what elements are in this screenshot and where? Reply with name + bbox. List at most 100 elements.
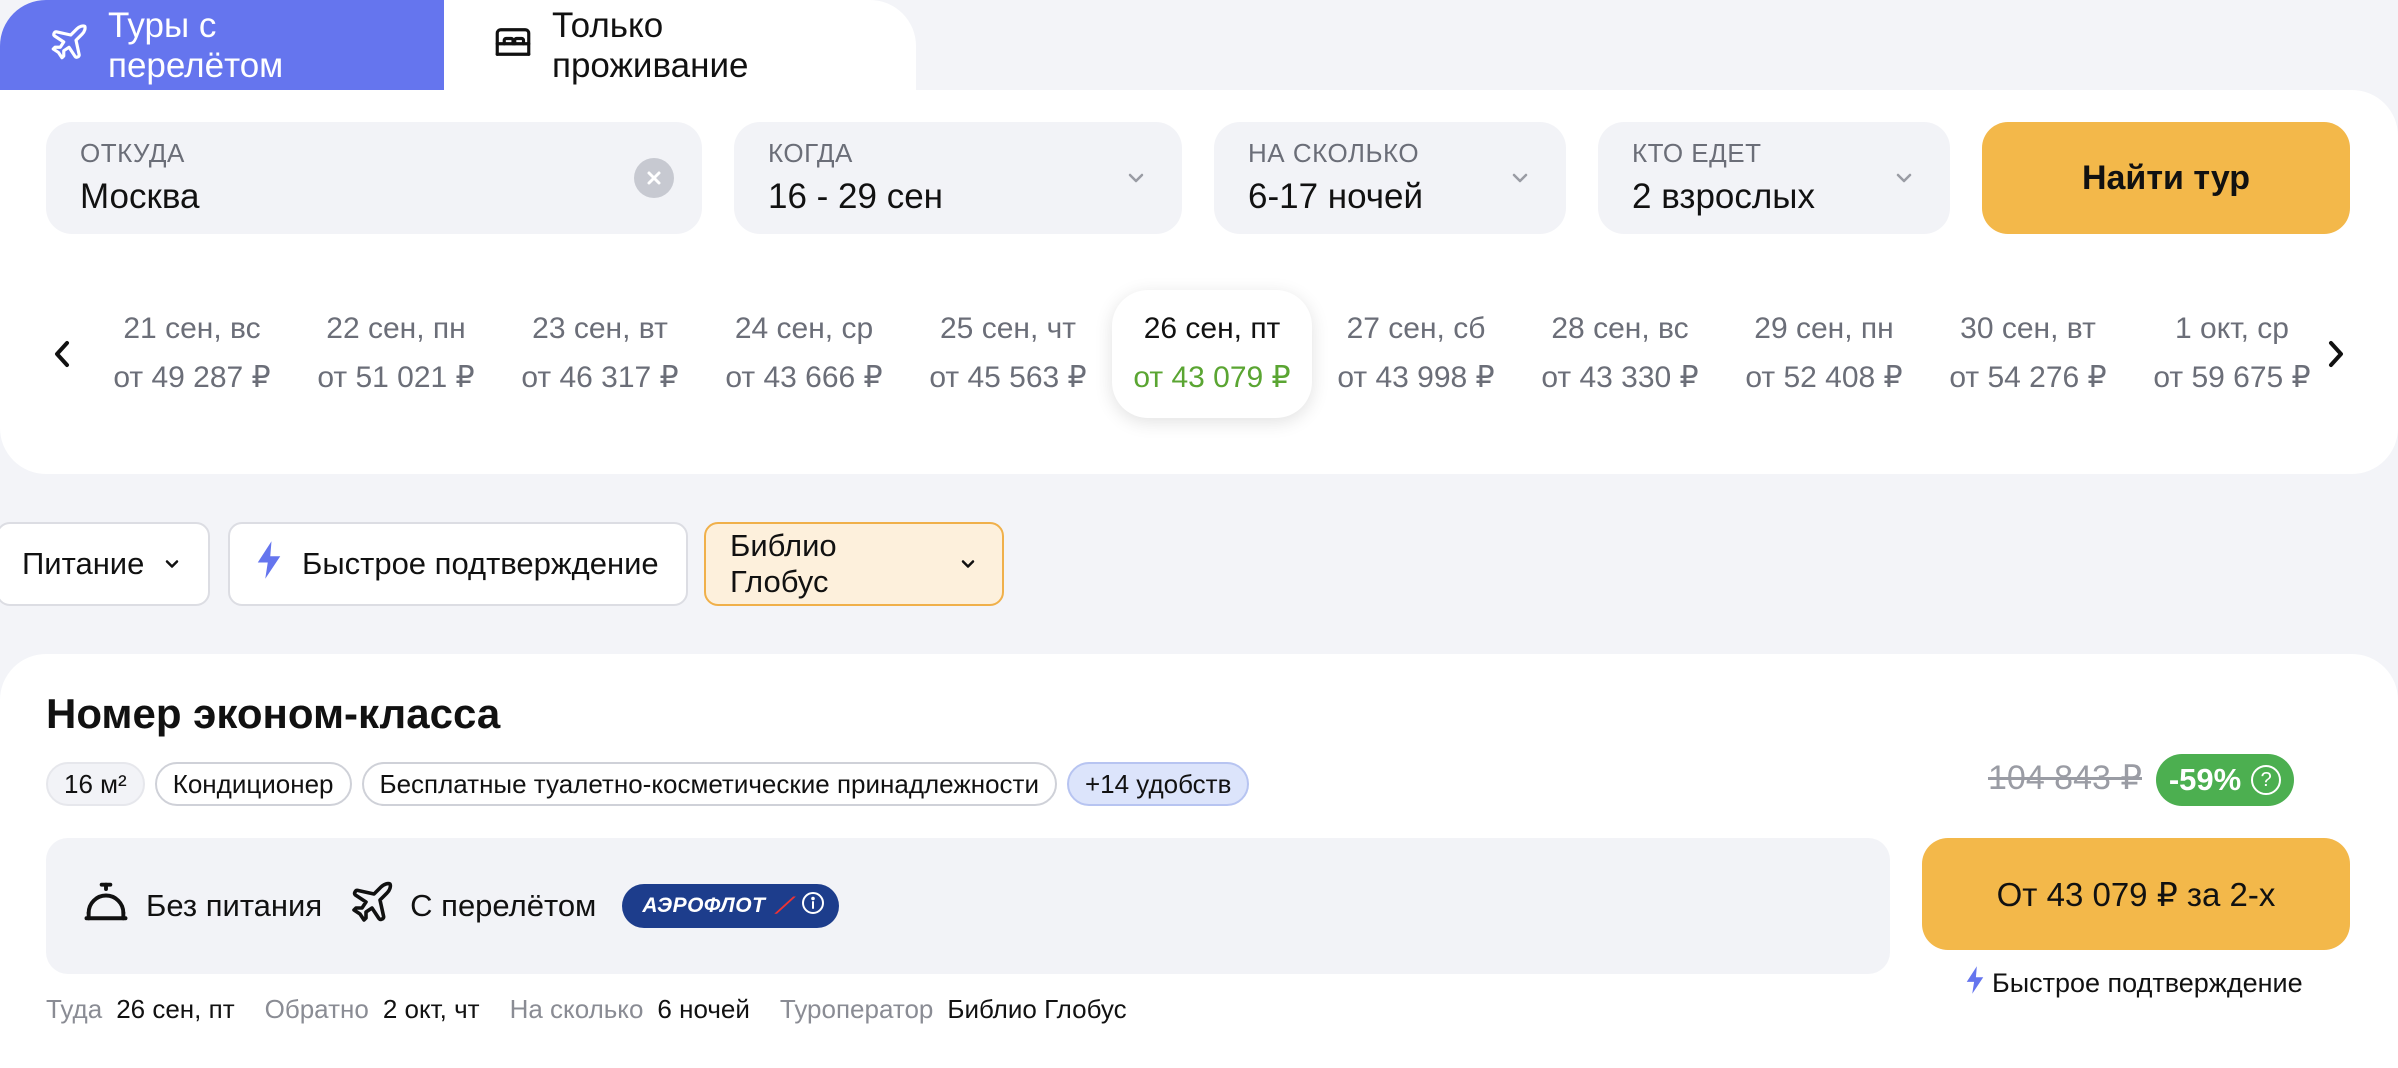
date-option-price: от 43 666 ₽: [725, 361, 883, 394]
amenity-tag: Кондиционер: [154, 762, 352, 806]
from-field[interactable]: ОТКУДА Москва: [46, 122, 702, 234]
amenity-tags: 16 м² Кондиционер Бесплатные туалетно-ко…: [46, 762, 1250, 806]
date-option[interactable]: 27 сен, сб от 43 998 ₽: [1316, 290, 1516, 418]
return-value: 2 окт, чт: [382, 994, 480, 1024]
date-option-date: 27 сен, сб: [1346, 312, 1486, 345]
date-strip: 21 сен, вс от 49 287 ₽ 22 сен, пн от 51 021…: [92, 290, 2314, 418]
date-option[interactable]: 28 сен, вс от 43 330 ₽: [1520, 290, 1720, 418]
date-option-price: от 43 998 ₽: [1337, 361, 1495, 394]
date-option-date: 1 окт, ср: [2175, 312, 2289, 345]
fast-confirm-filter[interactable]: Быстрое подтверждение: [228, 522, 688, 606]
date-option-price: от 46 317 ₽: [521, 361, 679, 394]
plane-icon: [48, 21, 90, 72]
date-option-date: 30 сен, вт: [1960, 312, 2096, 345]
travelers-field[interactable]: КТО ЕДЕТ 2 взрослых: [1598, 122, 1950, 234]
date-option[interactable]: 30 сен, вт от 54 276 ₽: [1928, 290, 2128, 418]
fast-confirm-note: Быстрое подтверждение: [1964, 964, 2303, 1003]
offer-features: Без питания С перелётом АЭРОФЛОТ ⟋: [46, 838, 1890, 974]
more-amenities-tag[interactable]: +14 удобств: [1066, 762, 1250, 806]
date-option-date: 21 сен, вс: [123, 312, 261, 345]
operator-filter-label: Библио Глобус: [730, 528, 837, 599]
room-title: Номер эконом-класса: [46, 690, 501, 737]
meal-filter[interactable]: Питание: [0, 522, 210, 606]
chevron-down-icon: [162, 546, 182, 582]
chevron-down-icon: [1508, 166, 1532, 195]
lightning-icon: [1964, 964, 1986, 1003]
cloche-icon: [80, 876, 132, 936]
chevron-right-icon[interactable]: [2316, 330, 2356, 378]
nights-field[interactable]: НА СКОЛЬКО 6-17 ночей: [1214, 122, 1566, 234]
room-offer-card: Номер эконом-класса 16 м² Кондиционер Бе…: [0, 654, 2398, 1068]
date-option[interactable]: 22 сен, пн от 51 021 ₽: [296, 290, 496, 418]
airline-wing-icon: ⟋: [775, 893, 792, 918]
meal-feature: Без питания: [80, 876, 322, 936]
plane-icon: [348, 878, 396, 934]
old-price: 104 843 ₽: [1988, 759, 2142, 797]
chevron-left-icon[interactable]: [42, 330, 82, 378]
tab-tours-label: Туры с перелётом: [108, 6, 284, 85]
date-option[interactable]: 26 сен, пт от 43 079 ₽: [1112, 290, 1312, 418]
date-option-price: от 52 408 ₽: [1745, 361, 1903, 394]
from-value: Москва: [80, 177, 200, 216]
duration-value: 6 ночей: [657, 994, 750, 1024]
when-value: 16 - 29 сен: [768, 177, 943, 216]
search-panel: ОТКУДА Москва КОГДА 16 - 29 сен НА СКОЛЬ…: [0, 90, 2398, 474]
when-field[interactable]: КОГДА 16 - 29 сен: [734, 122, 1182, 234]
tab-accommodation-label: Только проживание: [552, 6, 749, 85]
date-option[interactable]: 21 сен, вс от 49 287 ₽: [92, 290, 292, 418]
date-option-price: от 43 079 ₽: [1133, 361, 1291, 394]
clear-icon[interactable]: [634, 158, 674, 198]
flight-feature-label: С перелётом: [410, 888, 597, 923]
date-option[interactable]: 23 сен, вт от 46 317 ₽: [500, 290, 700, 418]
date-option[interactable]: 25 сен, чт от 45 563 ₽: [908, 290, 1108, 418]
date-option-date: 28 сен, вс: [1551, 312, 1689, 345]
date-option-price: от 45 563 ₽: [929, 361, 1087, 394]
lightning-icon: [254, 540, 284, 588]
chevron-down-icon: [958, 546, 978, 582]
meal-feature-label: Без питания: [146, 888, 323, 923]
date-option-price: от 54 276 ₽: [1949, 361, 2107, 394]
meal-filter-label: Питание: [22, 546, 145, 581]
from-label: ОТКУДА: [80, 138, 185, 168]
tab-accommodation-only[interactable]: Только проживание: [444, 0, 916, 92]
discount-value: -59%: [2168, 762, 2242, 797]
date-option-date: 29 сен, пн: [1754, 312, 1894, 345]
travelers-value: 2 взрослых: [1632, 177, 1815, 216]
operator-key: Туроператор: [779, 994, 934, 1024]
return-key: Обратно: [264, 994, 369, 1024]
flight-feature: С перелётом: [348, 878, 596, 934]
nights-label: НА СКОЛЬКО: [1248, 138, 1420, 168]
date-option-date: 26 сен, пт: [1143, 312, 1281, 345]
date-option-date: 25 сен, чт: [940, 312, 1076, 345]
amenity-tag: 16 м²: [46, 762, 145, 806]
tab-tours-with-flight[interactable]: Туры с перелётом: [0, 0, 444, 92]
departure-value: 26 сен, пт: [116, 994, 235, 1024]
when-label: КОГДА: [768, 138, 853, 168]
find-tour-button[interactable]: Найти тур: [1982, 122, 2350, 234]
airline-badge[interactable]: АЭРОФЛОТ ⟋: [622, 884, 840, 928]
date-option-price: от 59 675 ₽: [2153, 361, 2311, 394]
date-option-date: 23 сен, вт: [532, 312, 668, 345]
operator-value: Библио Глобус: [947, 994, 1127, 1024]
date-option[interactable]: 24 сен, ср от 43 666 ₽: [704, 290, 904, 418]
date-option-price: от 51 021 ₽: [317, 361, 475, 394]
operator-filter[interactable]: Библио Глобус: [704, 522, 1004, 606]
fast-confirm-filter-label: Быстрое подтверждение: [302, 546, 659, 581]
fast-confirm-note-label: Быстрое подтверждение: [1992, 968, 2303, 998]
date-option[interactable]: 29 сен, пн от 52 408 ₽: [1724, 290, 1924, 418]
travelers-label: КТО ЕДЕТ: [1632, 138, 1762, 168]
date-option-date: 22 сен, пн: [326, 312, 466, 345]
nights-value: 6-17 ночей: [1248, 177, 1424, 216]
date-option-price: от 43 330 ₽: [1541, 361, 1699, 394]
chevron-down-icon: [1892, 166, 1916, 195]
search-tabs: Туры с перелётом Только проживание: [0, 0, 916, 92]
date-option[interactable]: 1 окт, ср от 59 675 ₽: [2132, 290, 2332, 418]
departure-key: Туда: [46, 994, 103, 1024]
chevron-down-icon: [1124, 166, 1148, 195]
discount-badge[interactable]: -59% ?: [2156, 754, 2294, 806]
bed-icon: [492, 21, 534, 72]
question-icon: ?: [2251, 765, 2282, 795]
buy-tour-button[interactable]: От 43 079 ₽ за 2-х: [1922, 838, 2350, 950]
trip-details: Туда 26 сен, пт Обратно 2 окт, чт На сколь…: [46, 994, 1127, 1025]
date-option-price: от 49 287 ₽: [113, 361, 271, 394]
